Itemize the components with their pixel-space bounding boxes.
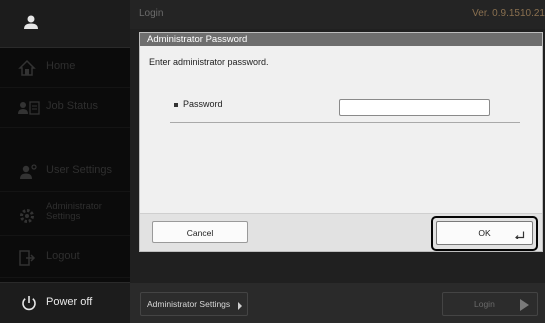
sidebar-item-home: Home (0, 48, 130, 88)
user-icon (24, 15, 38, 29)
password-field[interactable] (339, 99, 490, 116)
divider (170, 122, 520, 123)
power-icon (22, 296, 36, 311)
play-arrow-icon (520, 299, 529, 311)
sidebar-item-label: User Settings (46, 164, 113, 176)
sidebar-item-job-status: Job Status (0, 88, 130, 128)
user-panel[interactable] (0, 0, 130, 48)
dialog-message: Enter administrator password. (149, 57, 269, 67)
logout-icon (19, 250, 36, 266)
dialog-title-bar: Administrator Password (140, 33, 542, 46)
password-label: Password (183, 99, 223, 109)
sidebar: Home Job Status User Settings Administra… (0, 0, 130, 323)
enter-icon (515, 231, 525, 239)
sidebar-item-logout: Logout (0, 238, 130, 278)
cancel-label: Cancel (186, 228, 214, 238)
sidebar-item-label: Logout (46, 250, 80, 262)
caret-right-icon (238, 302, 242, 310)
cancel-button[interactable]: Cancel (152, 221, 248, 243)
gear-icon (20, 209, 34, 223)
sidebar-item-administrator-settings: Administrator Settings (0, 196, 130, 236)
user-settings-icon (20, 164, 37, 179)
bullet-icon (174, 103, 178, 107)
bottom-bar: Administrator Settings Login (130, 283, 545, 323)
page-title: Login (139, 8, 164, 19)
version-label: Ver. 0.9.1510.21 (472, 8, 545, 19)
header-bar: Login Ver. 0.9.1510.21 (130, 0, 545, 29)
administrator-settings-label: Administrator Settings (147, 299, 231, 309)
ok-button[interactable]: OK (436, 221, 533, 245)
sidebar-item-label: Administrator Settings (46, 201, 102, 222)
administrator-password-dialog: Administrator Password Enter administrat… (139, 32, 543, 252)
sidebar-item-label: Job Status (46, 100, 98, 112)
sidebar-item-user-settings: User Settings (0, 152, 130, 192)
administrator-settings-button[interactable]: Administrator Settings (140, 292, 248, 316)
login-button[interactable]: Login (442, 292, 538, 316)
job-status-icon (18, 101, 40, 115)
dialog-footer: Cancel OK (140, 213, 542, 251)
power-off-button[interactable]: Power off (0, 282, 130, 323)
sidebar-item-label: Home (46, 60, 76, 72)
login-label: Login (474, 299, 495, 309)
home-icon (18, 59, 36, 76)
dialog-title: Administrator Password (147, 34, 248, 45)
power-off-label: Power off (46, 296, 93, 308)
